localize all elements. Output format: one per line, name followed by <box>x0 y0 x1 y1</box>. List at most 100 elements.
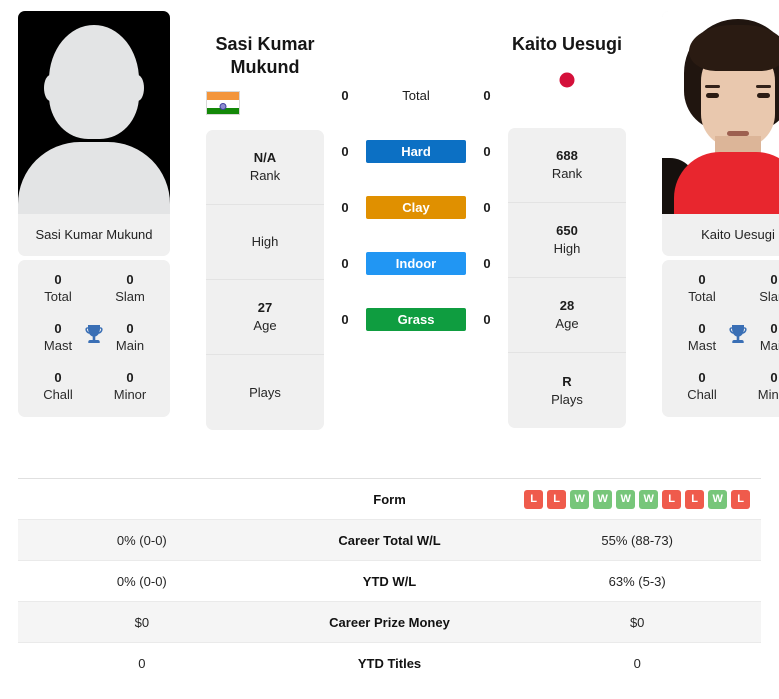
player-comparison-page: Sasi Kumar Mukund 0 Total 0 Slam 0 Mast … <box>0 0 779 699</box>
placeholder-avatar-body <box>18 142 170 214</box>
surface-total-label: Total <box>402 87 430 103</box>
surface-indoor-left-score: 0 <box>341 255 349 271</box>
right-titles-main-value: 0 <box>770 321 778 336</box>
surface-clay-label[interactable]: Clay <box>366 195 466 219</box>
left-titles-total: 0 Total <box>30 271 86 305</box>
left-stat-high: High <box>206 205 324 280</box>
surface-indoor-label[interactable]: Indoor <box>366 251 466 275</box>
surface-grass-label[interactable]: Grass <box>366 307 466 331</box>
placeholder-avatar-icon <box>49 25 139 139</box>
ytd-titles-label: YTD Titles <box>357 656 422 671</box>
prize-money-right: $0 <box>629 614 645 630</box>
surface-indoor-right-score: 0 <box>483 255 491 271</box>
form-badge-loss: L <box>662 489 682 509</box>
form-badge-win: W <box>708 489 728 509</box>
ytd-wl-right: 63% (5-3) <box>608 573 666 589</box>
right-titles-slam-label: Slam <box>759 289 779 304</box>
left-titles-masters: 0 Mast <box>30 320 86 354</box>
right-stat-age-label: Age <box>555 316 579 331</box>
surface-row-clay: 0 Clay 0 <box>324 179 508 235</box>
right-titles-minor-value: 0 <box>770 370 778 385</box>
left-titles-total-label: Total <box>44 289 72 304</box>
india-flag-icon <box>206 91 324 115</box>
form-badge-loss: L <box>685 489 705 509</box>
comparison-header: Sasi Kumar Mukund 0 Total 0 Slam 0 Mast … <box>0 0 779 470</box>
table-row-form: Form LLWWWWLLWL <box>18 479 761 520</box>
left-stat-age: 27 Age <box>206 280 324 355</box>
right-titles-masters-label: Mast <box>687 338 717 353</box>
ytd-titles-right: 0 <box>633 656 641 671</box>
right-stat-rank-label: Rank <box>551 166 583 181</box>
right-titles-challenger-value: 0 <box>698 370 706 385</box>
surface-hard-left-score: 0 <box>341 143 349 159</box>
form-badge-win: W <box>570 489 590 509</box>
right-stat-age: 28 Age <box>508 278 626 353</box>
table-row-career-wl: 0% (0-0) Career Total W/L 55% (88-73) <box>18 520 761 561</box>
right-titles-slam: 0 Slam <box>746 271 779 305</box>
left-titles-masters-value: 0 <box>54 321 62 336</box>
japan-flag-icon <box>508 68 626 92</box>
left-player-stat-stack: N/A Rank High 27 Age Plays <box>206 130 324 430</box>
left-stat-age-value: 27 <box>257 300 273 315</box>
surface-hard-right-score: 0 <box>483 143 491 159</box>
left-player-titles-card: 0 Total 0 Slam 0 Mast 0 Main 0 Chall 0 M… <box>18 260 170 417</box>
ytd-wl-label: YTD W/L <box>362 573 417 589</box>
right-stat-high: 650 High <box>508 203 626 278</box>
form-badge-loss: L <box>524 489 544 509</box>
table-row-ytd-wl: 0% (0-0) YTD W/L 63% (5-3) <box>18 561 761 602</box>
right-player-name-line1: Kaito Uesugi <box>511 34 622 54</box>
right-titles-minor-label: Minor <box>757 387 779 402</box>
surface-row-total: 0 Total 0 <box>324 67 508 123</box>
trophy-icon <box>82 322 106 346</box>
form-badge-loss: L <box>547 489 567 509</box>
left-titles-minor: 0 Minor <box>102 369 158 403</box>
trophy-icon <box>726 322 750 346</box>
left-stat-high-label: High <box>251 234 279 249</box>
left-titles-row-2: 0 Mast 0 Main <box>24 320 164 354</box>
right-player-photo-card[interactable]: Kaito Uesugi <box>662 11 779 256</box>
left-titles-slam-label: Slam <box>115 289 145 304</box>
right-titles-challenger: 0 Chall <box>674 369 730 403</box>
right-titles-row-2: 0 Mast 0 Main <box>668 320 779 354</box>
right-player-column: Kaito Uesugi 0 Total 0 Slam 0 M <box>662 11 779 417</box>
right-stat-high-value: 650 <box>556 223 578 238</box>
left-titles-challenger: 0 Chall <box>30 369 86 403</box>
surface-grass-left-score: 0 <box>341 311 349 327</box>
form-badge-win: W <box>593 489 613 509</box>
surface-breakdown: 0 Total 0 0 Hard 0 0 Clay 0 0 Indoor 0 0 <box>324 11 508 347</box>
left-titles-challenger-label: Chall <box>43 387 73 402</box>
right-titles-total-value: 0 <box>698 272 706 287</box>
left-titles-main: 0 Main <box>102 320 158 354</box>
form-badge-list: LLWWWWLLWL <box>513 489 761 509</box>
left-titles-minor-label: Minor <box>113 387 147 402</box>
placeholder-avatar-ear-left <box>44 75 57 101</box>
right-titles-slam-value: 0 <box>770 272 778 287</box>
surface-row-hard: 0 Hard 0 <box>324 123 508 179</box>
form-badge-win: W <box>616 489 636 509</box>
right-titles-total: 0 Total <box>674 271 730 305</box>
left-player-avatar <box>18 11 170 214</box>
right-player-avatar <box>662 11 779 214</box>
left-stat-rank-value: N/A <box>253 150 277 165</box>
left-player-column: Sasi Kumar Mukund 0 Total 0 Slam 0 Mast … <box>18 11 170 417</box>
prize-money-left: $0 <box>134 614 150 630</box>
left-titles-main-label: Main <box>115 338 145 353</box>
left-titles-challenger-value: 0 <box>54 370 62 385</box>
left-player-name-line1: Sasi Kumar <box>215 34 315 54</box>
right-titles-masters-value: 0 <box>698 321 706 336</box>
right-stat-rank-value: 688 <box>556 148 578 163</box>
right-titles-challenger-label: Chall <box>687 387 717 402</box>
surface-total-left-score: 0 <box>341 87 349 103</box>
right-titles-row-1: 0 Total 0 Slam <box>668 271 779 305</box>
left-player-stats-column: Sasi Kumar Mukund N/A Rank High 27 Age P… <box>206 11 324 430</box>
right-titles-masters: 0 Mast <box>674 320 730 354</box>
left-stat-rank-label: Rank <box>249 168 281 183</box>
left-titles-total-value: 0 <box>54 272 62 287</box>
surface-total-right-score: 0 <box>483 87 491 103</box>
form-row-label: Form <box>373 491 406 507</box>
surface-hard-label[interactable]: Hard <box>366 139 466 163</box>
left-player-photo-card[interactable]: Sasi Kumar Mukund <box>18 11 170 256</box>
surface-row-indoor: 0 Indoor 0 <box>324 235 508 291</box>
table-row-prize-money: $0 Career Prize Money $0 <box>18 602 761 643</box>
left-titles-main-value: 0 <box>126 321 134 336</box>
